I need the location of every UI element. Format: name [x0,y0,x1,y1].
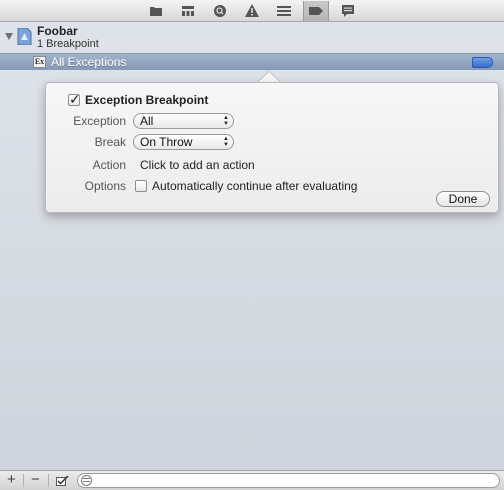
auto-continue-label: Automatically continue after evaluating [152,179,358,193]
filter-input[interactable] [96,474,491,487]
search-navigator-tab[interactable] [207,1,233,21]
done-button[interactable]: Done [436,191,490,207]
folder-icon [150,6,162,16]
options-label: Options [84,179,126,193]
project-navigator-tab[interactable] [143,1,169,21]
select-arrows-icon: ▲ ▼ [223,115,229,127]
add-action-link[interactable]: Click to add an action [140,158,255,172]
add-breakpoint-button[interactable]: + [7,472,16,488]
exception-select-value: All [140,114,154,128]
exception-badge-icon: Ex [33,56,46,68]
break-select-value: On Throw [140,135,193,149]
breakpoint-enabled-toggle[interactable] [472,57,493,68]
filter-icon [81,475,92,486]
auto-continue-checkbox[interactable] [135,180,147,192]
breakpoint-label: All Exceptions [51,55,127,69]
show-enabled-filter-icon[interactable] [56,475,69,486]
issue-navigator-tab[interactable] [239,1,265,21]
breakpoint-navigator-tab[interactable] [303,0,329,21]
project-row[interactable]: Foobar 1 Breakpoint [0,23,504,52]
bottom-toolbar: + − [0,470,504,490]
warning-icon [245,4,259,17]
popover-title: Exception Breakpoint [85,93,209,107]
breakpoint-icon [309,6,323,15]
remove-breakpoint-button[interactable]: − [31,472,40,488]
exception-breakpoint-checkbox[interactable]: ✓ [68,91,81,107]
checkmark-icon: ✓ [69,91,81,107]
search-icon [214,4,226,17]
hierarchy-icon [182,5,194,16]
log-navigator-tab[interactable] [335,1,361,21]
break-select[interactable]: On Throw ▲ ▼ [133,134,234,150]
filter-search-field[interactable] [77,473,500,488]
exception-select[interactable]: All ▲ ▼ [133,113,234,129]
symbol-navigator-tab[interactable] [175,1,201,21]
breakpoint-editor-popover: ✓ Exception Breakpoint Exception All ▲ ▼ … [45,82,499,213]
select-arrows-icon: ▲ ▼ [223,136,229,148]
project-file-icon [17,28,32,45]
list-icon [277,5,291,16]
action-label: Action [92,158,126,172]
log-icon [342,4,354,17]
toolbar-divider [48,474,49,487]
exception-label: Exception [73,114,126,128]
disclosure-triangle-icon[interactable] [5,33,13,40]
break-label: Break [94,135,126,149]
breakpoint-count: 1 Breakpoint [37,38,99,50]
toolbar-divider [23,474,24,487]
debug-navigator-tab[interactable] [271,1,297,21]
breakpoint-row[interactable]: Ex All Exceptions [0,53,504,70]
project-name: Foobar [37,24,78,38]
navigator-tab-bar [0,0,504,22]
